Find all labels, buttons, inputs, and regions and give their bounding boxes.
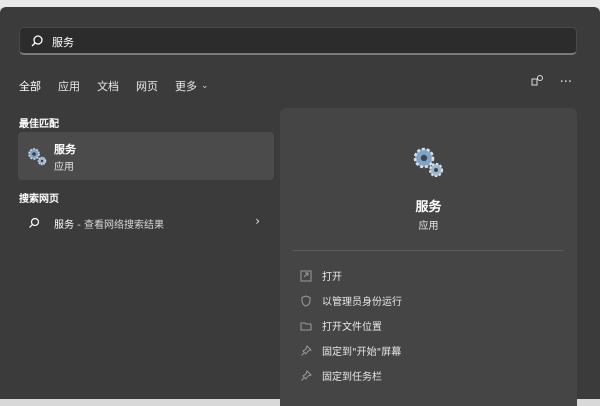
search-input[interactable] <box>50 31 554 53</box>
share-icon[interactable] <box>531 74 544 91</box>
folder-icon <box>300 322 312 331</box>
search-flyout: 全部 应用 文档 网页 更多⌄ ··· 最佳匹配 服务 应用 搜索网页 服务 -… <box>0 7 600 406</box>
pin-icon <box>301 370 312 381</box>
tab-documents[interactable]: 文档 <box>97 77 119 95</box>
best-match-result[interactable]: 服务 应用 <box>18 132 274 180</box>
best-match-label: 最佳匹配 <box>19 119 59 130</box>
web-query-suffix: - 查看网络搜索结果 <box>74 220 164 231</box>
chevron-right-icon[interactable]: › <box>255 214 260 228</box>
tab-web[interactable]: 网页 <box>136 77 158 95</box>
result-type: 应用 <box>54 162 74 173</box>
search-icon <box>31 35 43 47</box>
detail-title: 服务 <box>415 200 442 215</box>
pin-icon <box>301 345 312 356</box>
shield-icon <box>301 295 311 307</box>
filter-tabs: 全部 应用 文档 网页 更多 ⌄ <box>19 77 226 95</box>
chevron-down-icon: ⌄ <box>201 81 209 91</box>
search-box[interactable] <box>19 27 577 55</box>
search-icon <box>29 217 40 228</box>
web-search-result[interactable]: 服务 - 查看网络搜索结果 › <box>18 213 274 235</box>
result-name: 服务 <box>54 143 76 156</box>
detail-type: 应用 <box>418 221 439 232</box>
services-gear-icon <box>413 147 444 178</box>
more-options-icon[interactable]: ··· <box>560 75 572 90</box>
tab-apps[interactable]: 应用 <box>58 77 80 95</box>
divider <box>292 250 564 251</box>
detail-pane: 服务 应用 打开 以管理员身份运行 打开文件位置 固定到"开始"屏幕 固定到任务… <box>280 108 577 406</box>
tab-all[interactable]: 全部 <box>19 77 41 95</box>
services-gear-icon <box>28 148 47 166</box>
web-search-label: 搜索网页 <box>19 194 59 205</box>
web-query: 服务 <box>54 220 74 231</box>
top-right-actions: ··· <box>531 74 572 91</box>
tab-more[interactable]: 更多 ⌄ <box>175 77 209 95</box>
open-icon <box>300 270 312 282</box>
